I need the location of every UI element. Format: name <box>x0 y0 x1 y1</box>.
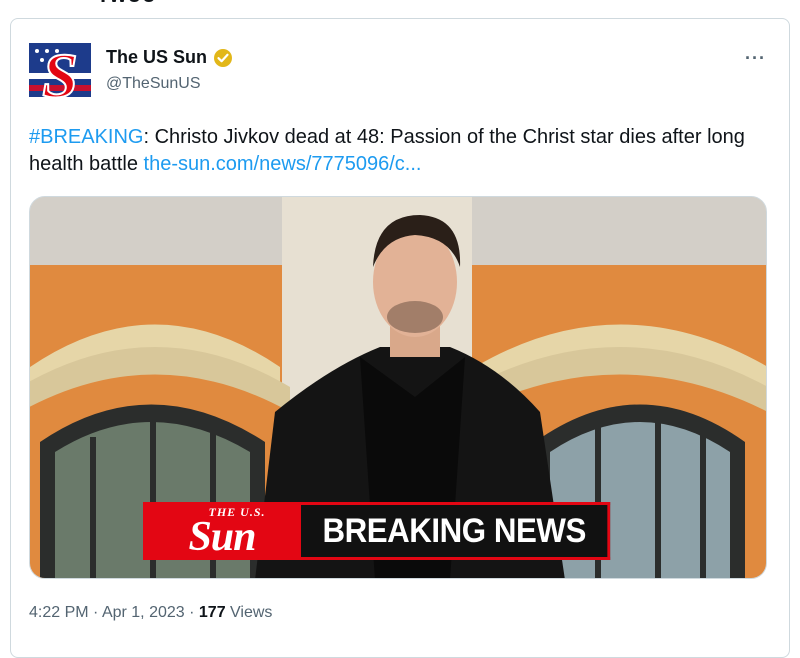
the-sun-s-logo-icon: S <box>29 43 91 105</box>
banner-logo-text: Sun <box>188 514 256 560</box>
more-options-icon[interactable]: ··· <box>745 48 766 69</box>
author-name[interactable]: The US Sun <box>106 47 207 68</box>
views-count: 177 <box>198 604 226 621</box>
previous-tweet-fragment: rwoo <box>100 0 157 8</box>
tweet-meta: 4:22 PM · Apr 1, 2023 · 177 Views <box>29 604 273 621</box>
banner-headline: BREAKING NEWS <box>301 502 611 560</box>
tweet-text: #BREAKING: Christo Jivkov dead at 48: Pa… <box>29 124 774 178</box>
views-label: Views <box>225 604 273 621</box>
author-handle[interactable]: @TheSunUS <box>106 75 201 93</box>
breaking-news-banner: THE U.S. Sun BREAKING NEWS <box>143 502 637 560</box>
svg-text:S: S <box>42 43 78 105</box>
tweet-time[interactable]: 4:22 PM <box>29 604 89 621</box>
tweet-date[interactable]: Apr 1, 2023 <box>102 604 185 621</box>
article-link[interactable]: the-sun.com/news/7775096/c... <box>144 153 422 175</box>
sun-logo: THE U.S. Sun <box>143 502 301 560</box>
avatar[interactable]: S <box>29 43 91 105</box>
verified-badge-icon <box>214 48 233 67</box>
hashtag-link[interactable]: #BREAKING <box>29 126 143 148</box>
